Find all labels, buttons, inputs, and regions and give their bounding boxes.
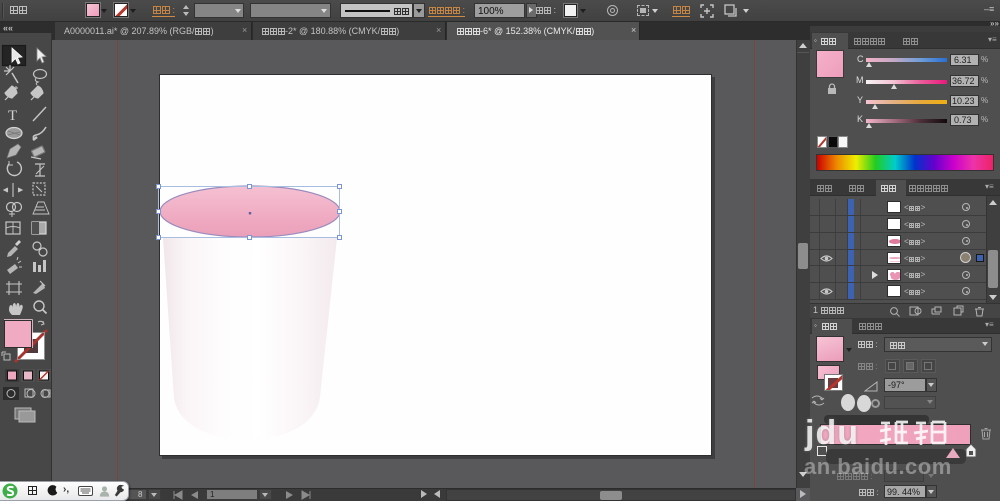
- svg-text:T: T: [8, 108, 17, 124]
